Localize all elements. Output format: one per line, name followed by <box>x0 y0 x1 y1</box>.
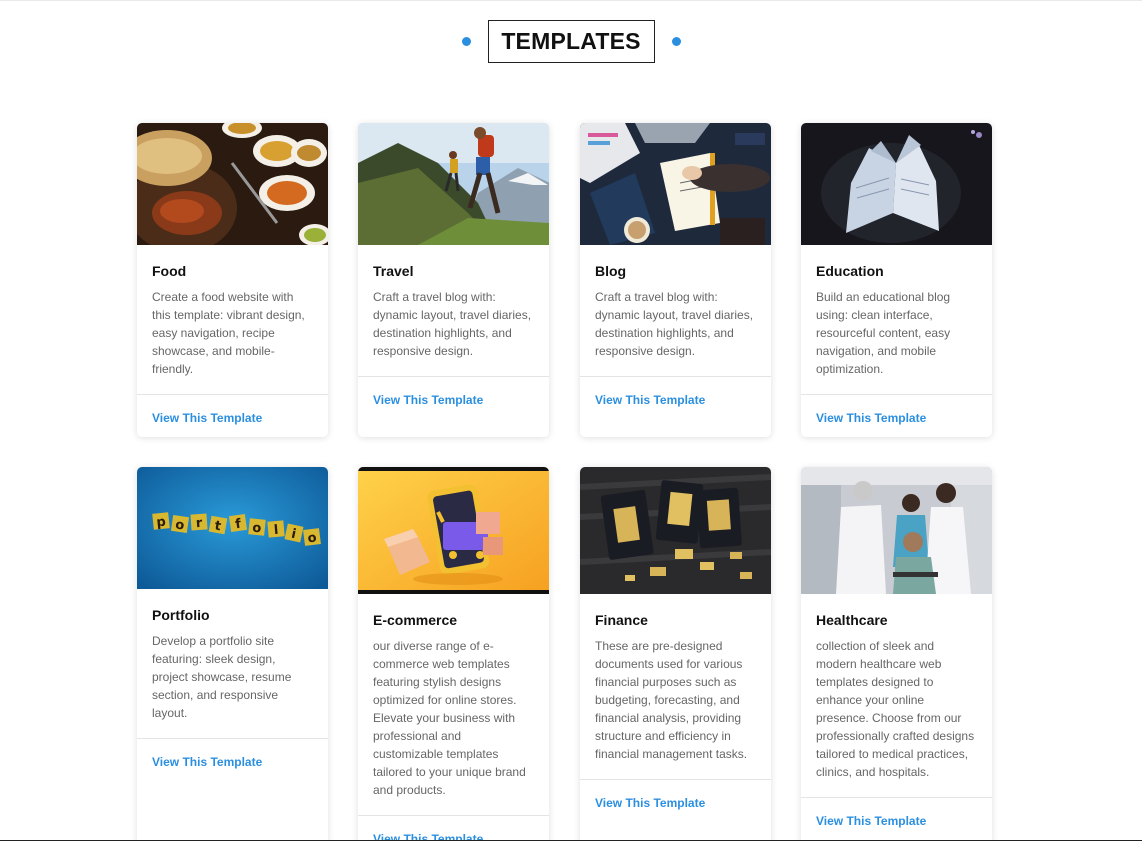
view-template-link[interactable]: View This Template <box>816 814 926 828</box>
card-description: Craft a travel blog with: dynamic layout… <box>595 290 754 358</box>
svg-text:o: o <box>252 521 263 537</box>
portfolio-image: p o r t f o l i o <box>137 467 328 589</box>
finance-image <box>580 467 771 594</box>
template-card-blog: Blog Craft a travel blog with: dynamic l… <box>580 123 771 437</box>
card-title: E-commerce <box>373 612 458 628</box>
card-description: Create a food website with this template… <box>152 290 305 376</box>
card-description: collection of sleek and modern healthcar… <box>816 639 975 779</box>
section-title: TEMPLATES <box>487 20 655 63</box>
card-description: These are pre-designed documents used fo… <box>595 639 748 761</box>
template-card-portfolio: p o r t f o l i o Portfolio Develop a po… <box>137 467 328 841</box>
card-footer: View This Template <box>137 738 328 782</box>
healthcare-image <box>801 467 992 594</box>
card-footer: View This Template <box>358 376 549 420</box>
view-template-link[interactable]: View This Template <box>152 755 262 769</box>
section-header: TEMPLATES <box>0 20 1142 63</box>
card-footer: View This Template <box>801 797 992 841</box>
card-title: Food <box>152 263 187 279</box>
template-card-finance: Finance These are pre-designed documents… <box>580 467 771 841</box>
card-footer: View This Template <box>137 394 328 437</box>
right-dot-icon <box>671 37 681 46</box>
ecommerce-image <box>358 467 549 594</box>
card-footer: View This Template <box>358 815 549 841</box>
education-image <box>801 123 992 245</box>
template-card-food: Food Create a food website with this tem… <box>137 123 328 437</box>
view-template-link[interactable]: View This Template <box>373 393 483 407</box>
travel-image <box>358 123 549 245</box>
template-card-healthcare: Healthcare collection of sleek and moder… <box>801 467 992 841</box>
svg-text:p: p <box>156 515 167 531</box>
template-card-ecommerce: E-commerce our diverse range of e-commer… <box>358 467 549 841</box>
card-title: Healthcare <box>816 612 888 628</box>
card-title: Education <box>816 263 884 279</box>
food-image <box>137 123 328 245</box>
view-template-link[interactable]: View This Template <box>595 796 705 810</box>
card-footer: View This Template <box>580 376 771 420</box>
card-title: Blog <box>595 263 627 279</box>
svg-text:o: o <box>307 530 318 546</box>
top-divider <box>0 0 1142 1</box>
card-footer: View This Template <box>580 779 771 823</box>
template-card-education: Education Build an educational blog usin… <box>801 123 992 437</box>
card-description: our diverse range of e-commerce web temp… <box>373 639 526 797</box>
card-title: Travel <box>373 263 414 279</box>
card-description: Develop a portfolio site featuring: slee… <box>152 634 292 720</box>
card-footer: View This Template <box>801 394 992 437</box>
view-template-link[interactable]: View This Template <box>152 411 262 425</box>
view-template-link[interactable]: View This Template <box>816 411 926 425</box>
template-card-travel: Travel Craft a travel blog with: dynamic… <box>358 123 549 437</box>
card-description: Craft a travel blog with: dynamic layout… <box>373 290 532 358</box>
card-title: Finance <box>595 612 648 628</box>
view-template-link[interactable]: View This Template <box>595 393 705 407</box>
card-description: Build an educational blog using: clean i… <box>816 290 951 376</box>
left-dot-icon <box>461 37 471 46</box>
blog-image <box>580 123 771 245</box>
card-title: Portfolio <box>152 607 210 623</box>
